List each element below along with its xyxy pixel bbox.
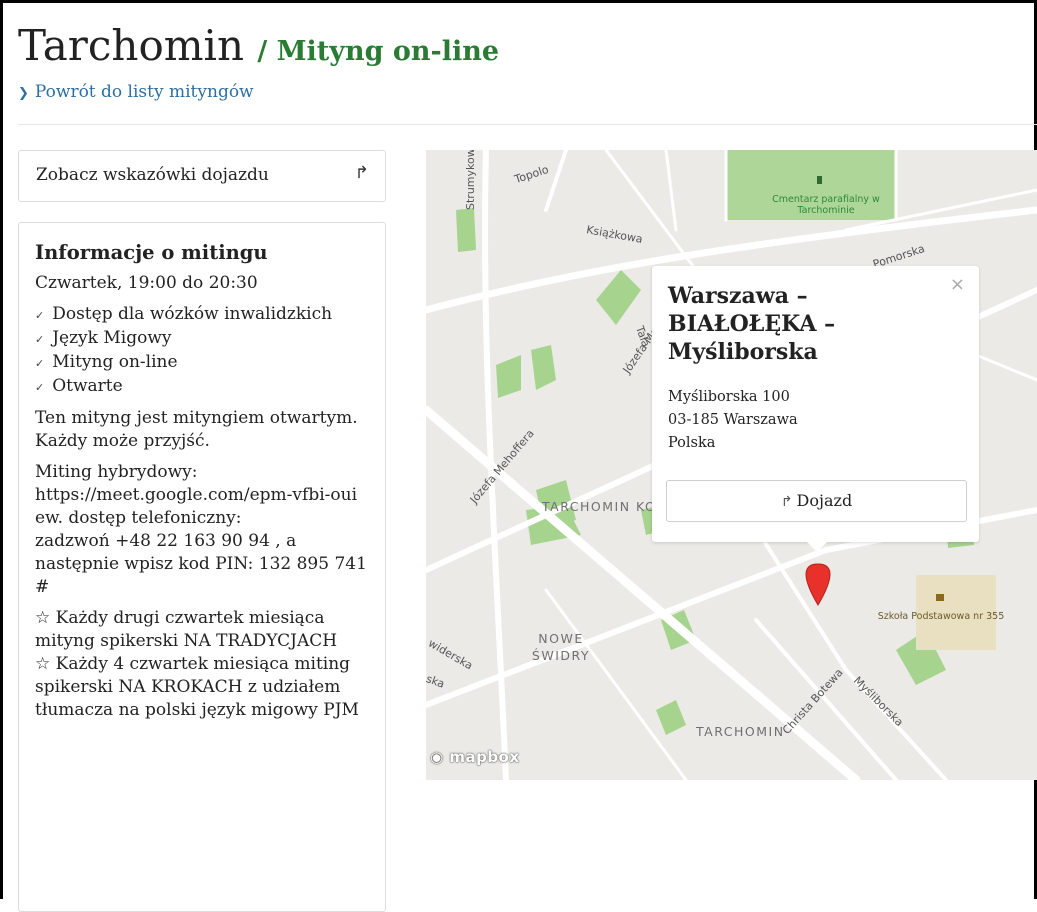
meeting-time: Czwartek, 19:00 do 20:30 [35,273,258,293]
address-country: Polska [668,435,716,451]
back-to-list-link[interactable]: ❯ Powrót do listy mityngów [18,82,254,102]
hybrid-line: ew. dostęp telefoniczny: [35,508,242,528]
address-city: 03-185 Warszawa [668,412,798,428]
hybrid-line: Miting hybrydowy: [35,462,198,482]
feature-item: ✓ Dostęp dla wózków inwalidzkich [35,304,333,324]
schedule-line: ☆ Każdy drugi czwartek miesiąca mityng s… [35,608,338,651]
meeting-url: https://meet.google.com/epm-vfbi-oui [35,485,358,505]
page-title: Tarchomin / Mityng on-line [18,20,499,78]
mapbox-logo[interactable]: ◉ mapbox [430,748,520,766]
page-subtitle: / Mityng on-line [257,36,500,67]
directions-label: Zobacz wskazówki dojazdu [36,165,269,185]
location-marker[interactable] [805,563,831,606]
map-popup: × Warszawa – BIAŁOŁĘKA – Myśliborska Myś… [652,266,979,552]
feature-item: ✓ Język Migowy [35,328,172,348]
phone-pin-line: zadzwoń +48 22 163 90 94 , a następnie w… [35,531,367,597]
header-divider [18,124,1037,125]
hybrid-info: Miting hybrydowy: https://meet.google.co… [35,461,375,599]
page-title-main: Tarchomin [18,21,245,70]
popup-address: Myśliborska 100 03-185 Warszawa Polska [668,386,798,455]
school-label: Szkoła Podstawowa nr 355 [877,611,1005,622]
share-arrow-icon: ↱ [780,494,793,510]
check-icon: ✓ [35,333,45,346]
popup-directions-button[interactable]: ↱ Dojazd [666,480,967,522]
check-icon: ✓ [35,357,45,370]
info-heading: Informacje o mitingu [35,241,268,264]
schedule-line: ☆ Każdy 4 czwartek miesiąca miting spike… [35,654,359,720]
mapbox-logo-icon: ◉ [430,748,444,766]
district-label: TARCHOMIN [696,724,785,739]
close-icon[interactable]: × [950,274,965,295]
meeting-info-panel: Informacje o mitingu Czwartek, 19:00 do … [18,222,386,912]
check-icon: ✓ [35,309,45,322]
back-link-label: Powrót do listy mityngów [34,82,254,102]
chevron-right-icon: ❯ [18,86,29,101]
cemetery-label: Cmentarz parafialny w Tarchominie [772,194,880,216]
address-street: Myśliborska 100 [668,389,790,405]
feature-item: ✓ Otwarte [35,376,123,396]
feature-item: ✓ Mityng on-line [35,352,178,372]
street-label: Strumykowa [464,150,477,210]
check-icon: ✓ [35,381,45,394]
feature-list: ✓ Dostęp dla wózków inwalidzkich ✓ Język M… [35,303,375,399]
popup-directions-label: Dojazd [796,491,853,510]
share-arrow-icon: ↱ [354,163,369,183]
district-label: NOWE ŚWIDRY [531,631,591,663]
popup-title: Warszawa – BIAŁOŁĘKA – Myśliborska [668,283,836,365]
schedule-notes: ☆ Każdy drugi czwartek miesiąca mityng s… [35,607,375,722]
directions-button[interactable]: Zobacz wskazówki dojazdu ↱ [18,150,386,202]
open-meeting-note: Ten mityng jest mityngiem otwartym. Każd… [35,408,358,451]
